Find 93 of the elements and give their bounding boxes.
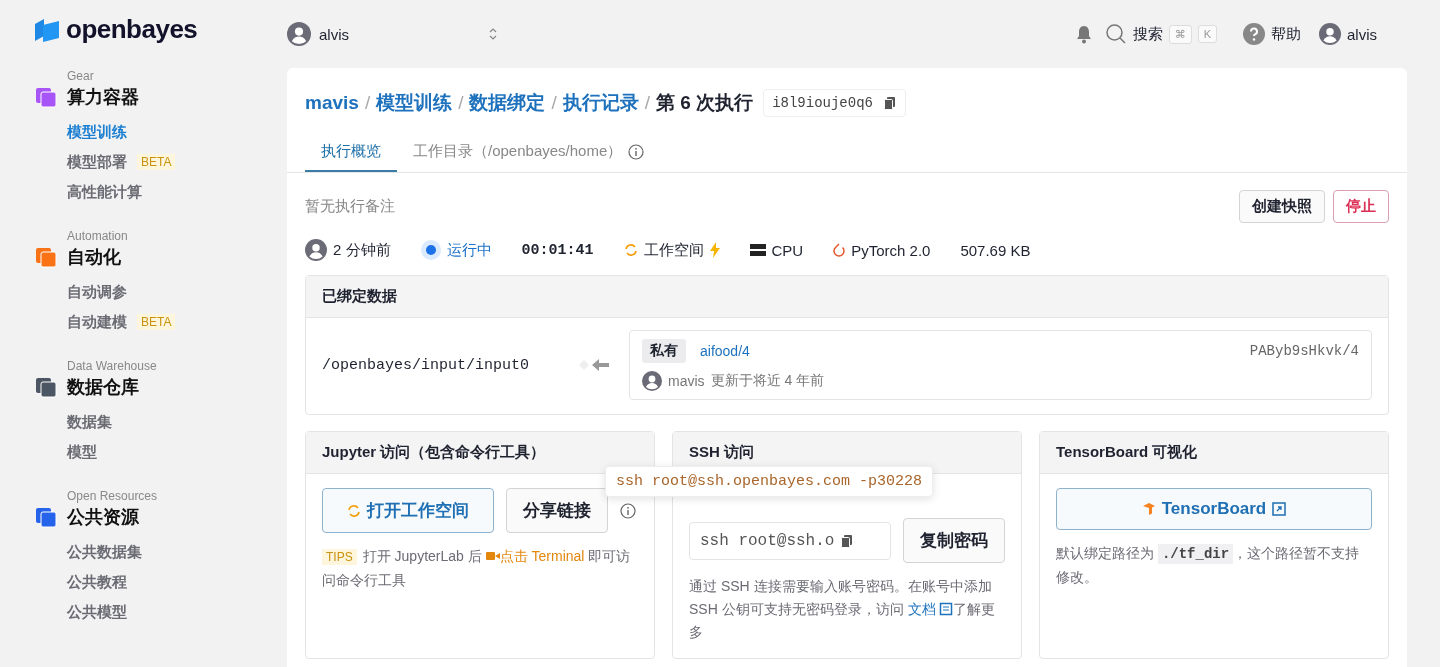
section-label: Gear [67,69,95,83]
open-workspace-button[interactable]: 打开工作空间 [322,488,494,533]
tensorboard-button[interactable]: TensorBoard [1056,488,1372,530]
external-link-icon [1272,502,1287,516]
user-selector[interactable]: alvis [287,22,497,46]
avatar-icon [1319,23,1341,45]
docs-link[interactable]: 文档 [907,601,936,617]
tab[interactable]: 执行概览 [305,138,397,172]
stop-button[interactable]: 停止 [1333,190,1389,223]
panel-title: 已绑定数据 [306,276,1388,318]
search-link[interactable]: 搜索 [1132,24,1163,44]
logo-text: openbayes [66,14,198,45]
help-link[interactable]: 帮助 [1271,24,1301,44]
panel-title: TensorBoard 可视化 [1040,432,1388,474]
share-link-button[interactable]: 分享链接 [506,488,608,533]
created-time: 2 分钟前 [333,240,391,260]
resource-type: CPU [771,241,804,259]
copy-icon[interactable] [882,96,897,110]
breadcrumb-link[interactable]: 执行记录 [562,90,639,116]
chevron-icon [489,28,497,40]
bell-icon[interactable] [1074,24,1093,44]
group-title: 公共资源 [67,506,139,529]
breadcrumb-link[interactable]: 模型训练 [376,90,453,116]
updated-time: 更新于将近 4 年前 [710,372,825,390]
sidebar-item[interactable]: 数据集 [67,412,112,432]
info-icon[interactable] [620,502,636,519]
ssh-command-field[interactable]: ssh root@ssh.o [689,521,891,560]
dataset-owner: mavis [668,373,705,389]
breadcrumb-separator: / [364,92,371,114]
section-label: Automation [67,229,129,243]
beta-badge: BETA [137,154,176,170]
tips-text: TIPS 打开 JupyterLab 后 点击 Terminal 即可访问命令行工具 [322,547,632,590]
sidebar-item[interactable]: 公共模型 [67,602,127,622]
dataset-link[interactable]: aifood/4 [700,343,750,359]
book-icon [939,602,954,616]
section-label: Open Resources [67,489,159,503]
panel-title: Jupyter 访问（包含命令行工具） [306,432,654,474]
breadcrumb-separator: / [644,92,650,114]
output-size: 507.69 KB [960,241,1031,259]
run-duration: 00:01:41 [521,241,594,259]
breadcrumb-separator: / [458,92,464,114]
sidebar-item[interactable]: 公共数据集 [67,542,142,562]
search-icon[interactable] [1104,23,1127,45]
avatar-icon [642,371,662,391]
avatar-icon [305,239,327,261]
pytorch-icon [833,242,846,258]
framework: PyTorch 2.0 [851,241,931,259]
sync-icon [347,503,361,518]
server-icon [749,243,766,257]
tab[interactable]: 工作目录（/openbayes/home） [397,138,661,172]
ssh-help-text: 通过 SSH 连接需要输入账号密码。在账号中添加 SSH 公钥可支持无密码登录，访问 文档 了解更多 [689,577,997,642]
logo-icon [34,17,60,42]
shortcut-key: ⌘ [1168,24,1192,44]
tensorflow-icon [1141,502,1156,516]
breadcrumb-link[interactable]: 数据绑定 [469,90,546,116]
lightning-icon [709,242,720,258]
tooltip: ssh root@ssh.openbayes.com -p30228 [605,466,934,497]
sidebar-item[interactable]: 模型部署 [67,152,127,172]
workspace-label: 工作空间 [643,240,704,260]
copy-icon[interactable] [840,533,855,548]
sync-icon [623,243,638,257]
avatar-icon [287,22,311,46]
sidebar-item[interactable]: 自动调参 [67,282,127,302]
page-title: 第 6 次执行 [656,91,754,115]
breadcrumb-link[interactable]: mavis [305,92,359,114]
tensorboard-help-text: 默认绑定路径为 ./tf_dir ，这个路径暂不支持修改。 [1056,543,1361,587]
copy-password-button[interactable]: 复制密码 [903,518,1005,563]
group-title: 数据仓库 [67,376,139,399]
terminal-link[interactable]: 点击 Terminal [485,548,585,564]
breadcrumb-separator: / [551,92,557,114]
beta-badge: BETA [137,314,176,330]
sidebar-item[interactable]: 高性能计算 [67,182,142,202]
sidebar-item[interactable]: 模型训练 [67,122,127,142]
snapshot-button[interactable]: 创建快照 [1239,190,1325,223]
arrow-left-icon [577,358,611,372]
sidebar-item[interactable]: 公共教程 [67,572,127,592]
private-tag: 私有 [642,339,686,363]
status-dot-icon [420,240,441,260]
video-icon [485,549,500,563]
run-status: 运行中 [446,240,492,260]
run-id: i8l9iouje0q6 [772,95,873,111]
sidebar-item[interactable]: 自动建模 [67,312,127,332]
shortcut-key: K [1197,25,1217,43]
section-label: Data Warehouse [67,359,158,373]
help-icon[interactable] [1243,23,1265,45]
group-title: 算力容器 [67,86,139,109]
mount-path: /openbayes/input/input0 [322,356,531,374]
dataset-version: PAByb9sHkvk/4 [1249,343,1359,359]
sidebar-item[interactable]: 模型 [67,442,97,462]
group-title: 自动化 [67,246,121,269]
user-name[interactable]: alvis [1347,25,1377,43]
run-note: 暂无执行备注 [305,197,395,216]
info-icon[interactable] [628,143,645,160]
